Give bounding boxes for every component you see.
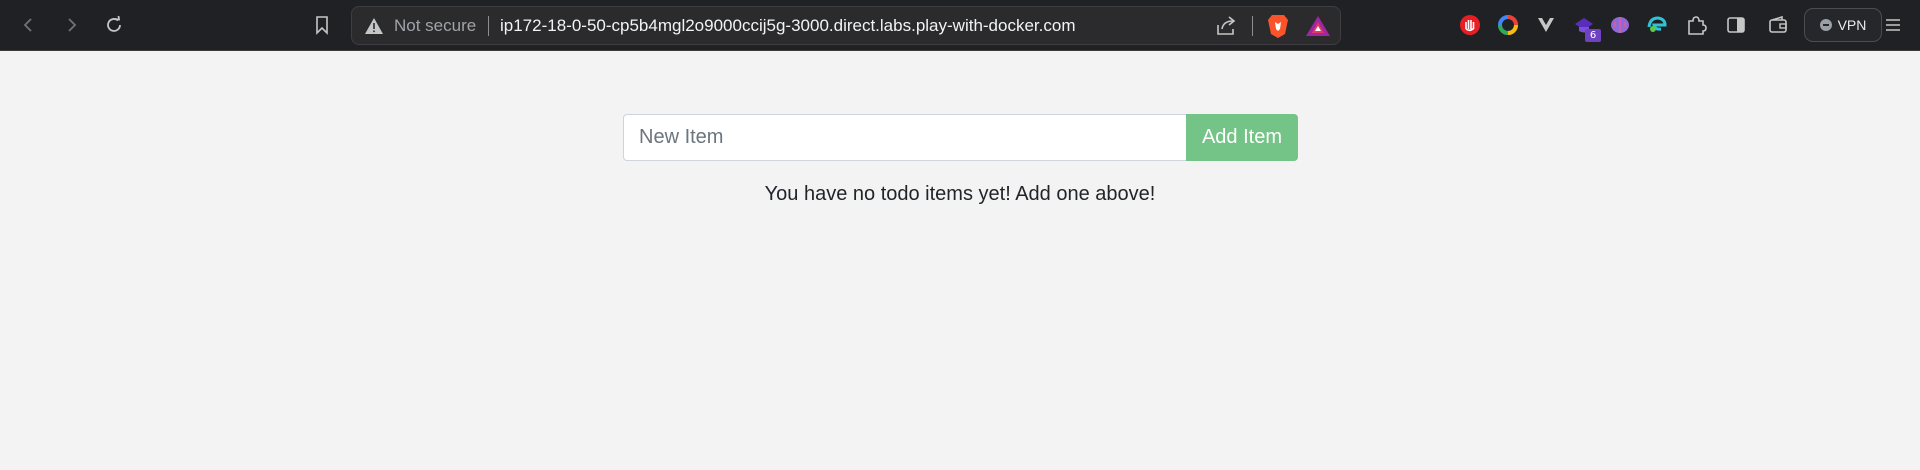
new-item-input[interactable]	[623, 114, 1186, 161]
url-divider	[488, 16, 489, 36]
back-icon[interactable]	[13, 9, 45, 41]
stop-hand-extension-icon[interactable]	[1457, 12, 1483, 38]
vpn-button[interactable]: VPN	[1804, 8, 1882, 42]
not-secure-label[interactable]: Not secure	[394, 7, 476, 44]
sidebar-icon[interactable]	[1723, 12, 1749, 38]
forward-icon[interactable]	[55, 9, 87, 41]
url-text[interactable]: ip172-18-0-50-cp5b4mgl2o9000ccij5g-3000.…	[500, 7, 1076, 44]
warning-icon[interactable]	[364, 16, 384, 36]
brave-rewards-icon[interactable]	[1305, 14, 1331, 38]
extension-badge: 6	[1585, 29, 1601, 42]
edge-extension-icon[interactable]	[1644, 12, 1670, 38]
reload-icon[interactable]	[98, 9, 130, 41]
brain-extension-icon[interactable]	[1607, 12, 1633, 38]
share-icon[interactable]	[1214, 14, 1238, 38]
wallet-icon[interactable]	[1765, 12, 1791, 38]
bookmark-icon[interactable]	[306, 9, 338, 41]
brave-shields-icon[interactable]	[1266, 13, 1290, 39]
color-ring-extension-icon[interactable]	[1495, 12, 1521, 38]
menu-icon[interactable]	[1880, 12, 1906, 38]
vivaldi-extension-icon[interactable]	[1533, 12, 1559, 38]
add-item-button[interactable]: Add Item	[1186, 114, 1298, 161]
address-bar[interactable]: Not secure ip172-18-0-50-cp5b4mgl2o9000c…	[351, 6, 1341, 45]
vpn-icon	[1819, 19, 1832, 31]
vpn-label: VPN	[1837, 17, 1867, 33]
add-item-form: Add Item	[623, 114, 1298, 161]
url-divider-2	[1252, 16, 1253, 36]
browser-toolbar: Not secure ip172-18-0-50-cp5b4mgl2o9000c…	[0, 0, 1920, 51]
empty-state-message: You have no todo items yet! Add one abov…	[764, 183, 1156, 205]
extensions-puzzle-icon[interactable]	[1683, 12, 1709, 38]
